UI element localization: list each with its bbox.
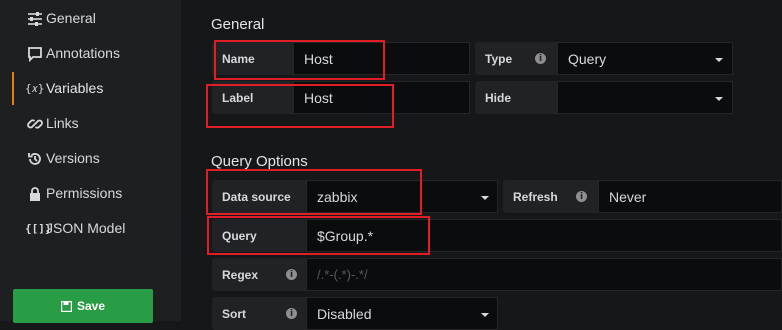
query-input[interactable]: $Group.* [306, 219, 782, 252]
info-icon[interactable]: i [535, 53, 546, 64]
label-input[interactable]: Host [293, 81, 470, 114]
regex-input[interactable]: /.*-(.*)-.*/ [306, 258, 782, 291]
lock-icon [30, 187, 40, 201]
settings-sidebar: General Annotations {𝑥} Variables Links … [0, 0, 181, 323]
sidebar-item-variables[interactable]: {𝑥} Variables [0, 71, 181, 106]
sliders-icon [28, 12, 42, 26]
floppy-icon [60, 300, 72, 312]
datasource-select-value: zabbix [317, 188, 358, 205]
datasource-label: Data source [212, 180, 306, 213]
sidebar-item-label: Variables [46, 80, 104, 96]
refresh-select[interactable]: Never [598, 180, 782, 213]
sidebar-item-label: General [46, 10, 96, 26]
name-input[interactable]: Host [293, 42, 470, 75]
chevron-down-icon [481, 196, 489, 200]
sidebar-item-label: JSON Model [46, 220, 126, 236]
label-label: Label [212, 81, 293, 114]
type-select-value: Query [568, 50, 607, 67]
sidebar-item-label: Versions [46, 150, 100, 166]
link-icon [27, 119, 43, 129]
name-label: Name [212, 42, 293, 75]
hide-select[interactable] [557, 81, 733, 114]
query-label: Query [212, 219, 306, 252]
comment-icon [28, 47, 42, 62]
sidebar-item-general[interactable]: General [0, 1, 181, 36]
sidebar-item-json-model[interactable]: {[]} JSON Model [0, 211, 181, 246]
info-icon[interactable]: i [286, 308, 297, 319]
save-button[interactable]: Save [13, 289, 153, 323]
section-title-query-options: Query Options [211, 153, 308, 170]
sidebar-item-permissions[interactable]: Permissions [0, 176, 181, 211]
sidebar-item-annotations[interactable]: Annotations [0, 36, 181, 71]
sidebar-item-label: Annotations [46, 45, 120, 61]
save-button-label: Save [76, 299, 106, 313]
refresh-select-value: Never [609, 188, 647, 205]
hide-label: Hide [475, 81, 557, 114]
sidebar-item-label: Permissions [46, 185, 123, 201]
chevron-down-icon [715, 58, 723, 62]
sidebar-item-links[interactable]: Links [0, 106, 181, 141]
info-icon[interactable]: i [286, 269, 297, 280]
variable-icon: {𝑥} [25, 82, 45, 95]
datasource-select[interactable]: zabbix [306, 180, 498, 213]
chevron-down-icon [715, 97, 723, 101]
sidebar-item-versions[interactable]: Versions [0, 141, 181, 176]
sidebar-item-label: Links [46, 115, 79, 131]
history-icon [28, 153, 41, 165]
type-select[interactable]: Query [557, 42, 733, 75]
chevron-down-icon [481, 313, 489, 317]
section-title-general: General [211, 16, 265, 33]
sort-select-value: Disabled [317, 305, 372, 322]
info-icon[interactable]: i [576, 191, 587, 202]
sort-select[interactable]: Disabled [306, 297, 498, 330]
